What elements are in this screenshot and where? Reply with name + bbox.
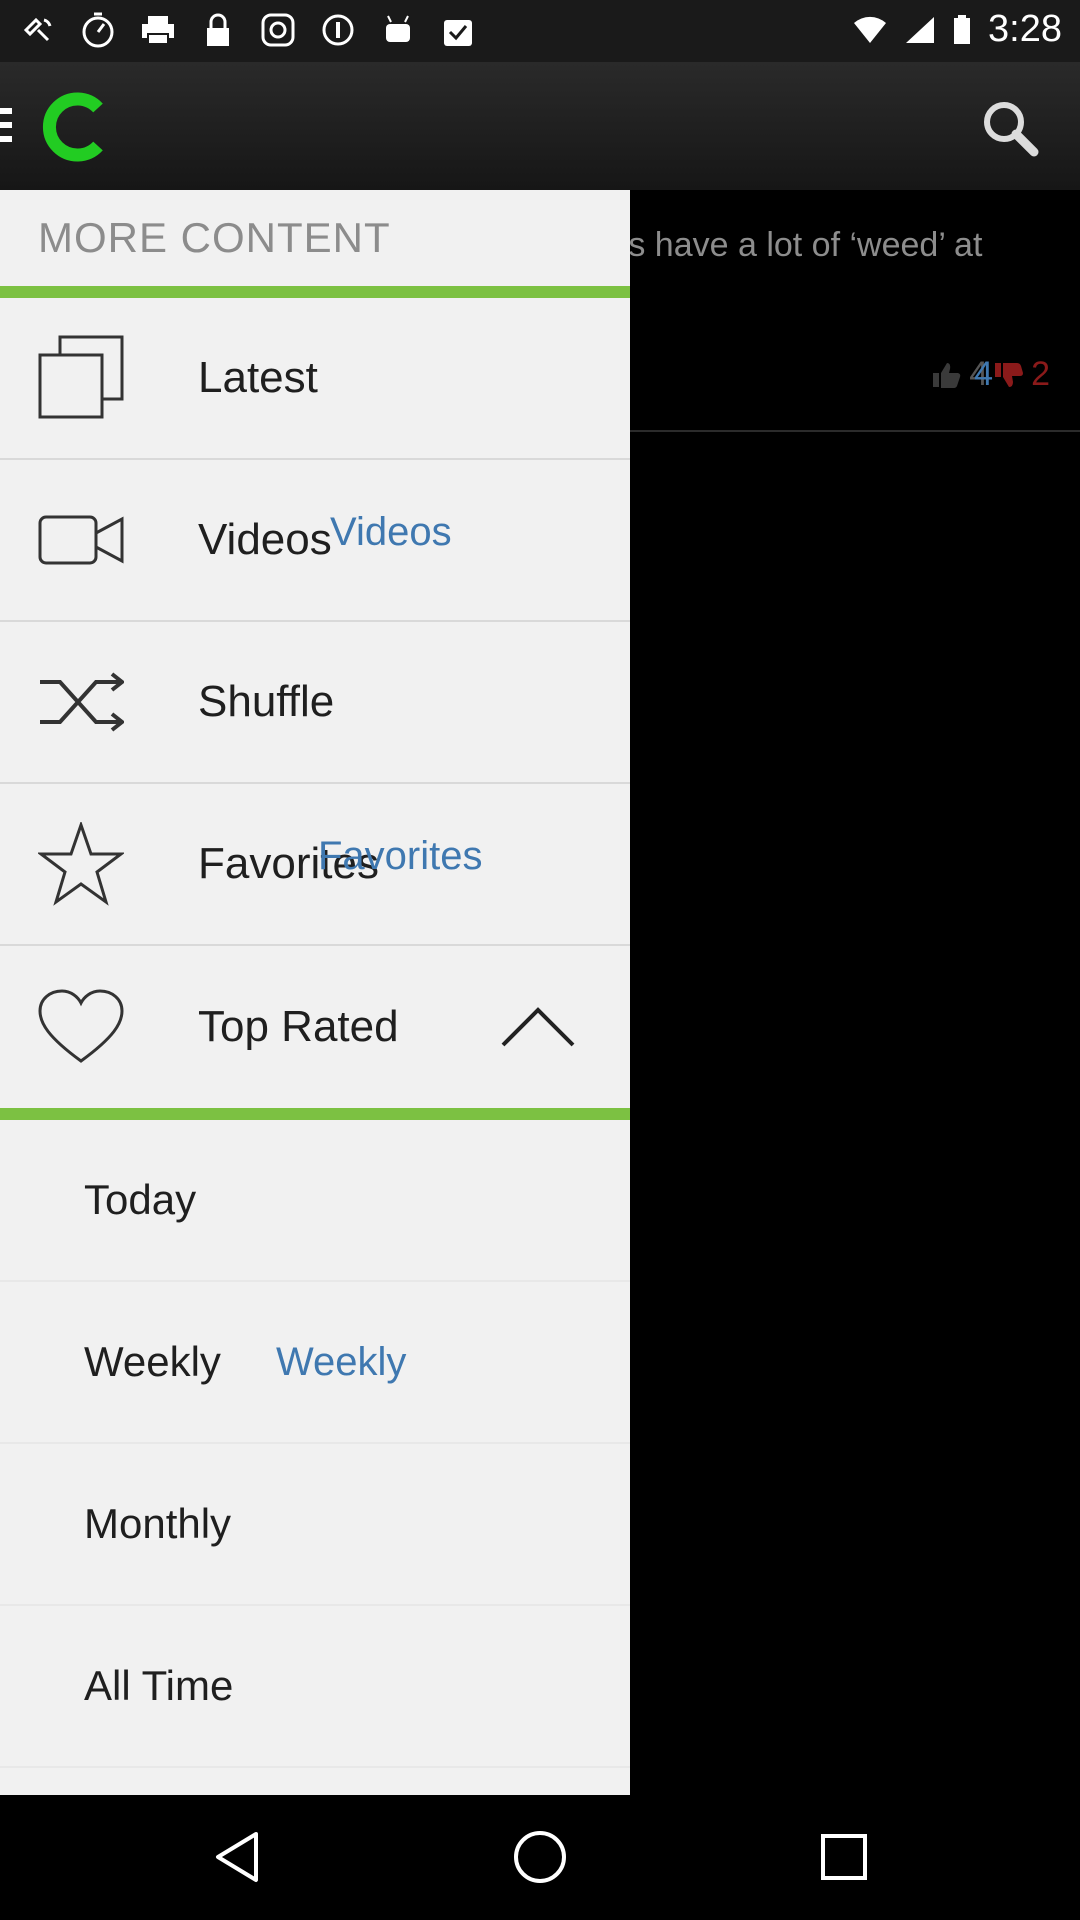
menu-item-label: Latest (198, 353, 318, 402)
menu-item-label: Videos (198, 515, 332, 564)
recents-icon[interactable] (812, 1825, 876, 1889)
drawer-header: MORE CONTENT (38, 214, 391, 261)
status-time: 3:28 (988, 8, 1062, 50)
dislikes-count: 2 (1031, 355, 1050, 393)
home-icon[interactable] (508, 1825, 572, 1889)
thumbs-down-icon[interactable] (993, 361, 1024, 389)
menu-item-label: Top Rated (198, 1002, 399, 1051)
sub-item-label: Today (84, 1176, 197, 1223)
menu-item-top-rated[interactable]: Top Rated (0, 946, 630, 1108)
sub-item-today[interactable]: Today (0, 1120, 630, 1282)
sub-item-hint: Weekly (276, 1339, 407, 1384)
signal-icon (906, 16, 935, 43)
sub-item-all-time[interactable]: All Time (0, 1606, 630, 1768)
video-camera-icon (38, 497, 124, 583)
print-icon (138, 10, 178, 50)
notification-icons (18, 10, 478, 50)
star-icon (38, 821, 124, 907)
menu-icon[interactable] (0, 106, 16, 151)
menu-item-videos[interactable]: Videos Videos (0, 460, 630, 622)
menu-item-hint: Favorites (318, 834, 483, 878)
menu-item-latest[interactable]: Latest (0, 298, 630, 460)
accent-divider (0, 286, 630, 298)
thumbs-up-icon[interactable] (931, 361, 961, 389)
logo-icon[interactable] (36, 92, 116, 167)
sub-item-weekly[interactable]: Weekly Weekly (0, 1282, 630, 1444)
menu-item-hint: Videos (330, 510, 452, 554)
menu-item-shuffle[interactable]: Shuffle (0, 622, 630, 784)
likes-overlay: 4 (974, 355, 994, 393)
status-right: 3:28 (852, 8, 1062, 51)
sub-item-monthly[interactable]: Monthly (0, 1444, 630, 1606)
copy-icon (38, 335, 124, 421)
sub-item-label: Monthly (84, 1500, 232, 1547)
navigation-drawer: MORE CONTENT Latest Videos Videos Shuffl… (0, 190, 630, 1795)
post-votes: 4 4 2 (931, 355, 1050, 394)
instagram-icon (258, 10, 298, 50)
back-icon[interactable] (205, 1825, 269, 1889)
app-bar (0, 62, 1080, 190)
android-icon (378, 10, 418, 50)
post-snippet: nts have a lot of ‘weed’ at (600, 226, 983, 264)
menu-item-label: Shuffle (198, 677, 335, 726)
menu-item-favorites[interactable]: Favorites Favorites (0, 784, 630, 946)
chevron-up-icon[interactable] (500, 1006, 576, 1048)
info-icon (318, 10, 358, 50)
lock-icon (198, 10, 238, 50)
sub-item-label: Weekly (84, 1338, 221, 1385)
timer-icon (78, 10, 118, 50)
wifi-icon (854, 16, 887, 43)
accent-divider (0, 1108, 630, 1120)
system-nav-bar (0, 1795, 1080, 1920)
shuffle-icon (38, 659, 124, 745)
sub-item-label: All Time (84, 1662, 234, 1709)
battery-icon (954, 14, 971, 44)
check-bag-icon (438, 10, 478, 50)
status-bar: 3:28 (0, 0, 1080, 62)
search-icon[interactable] (978, 96, 1042, 165)
location-off-icon (18, 10, 58, 50)
heart-icon (38, 984, 124, 1070)
